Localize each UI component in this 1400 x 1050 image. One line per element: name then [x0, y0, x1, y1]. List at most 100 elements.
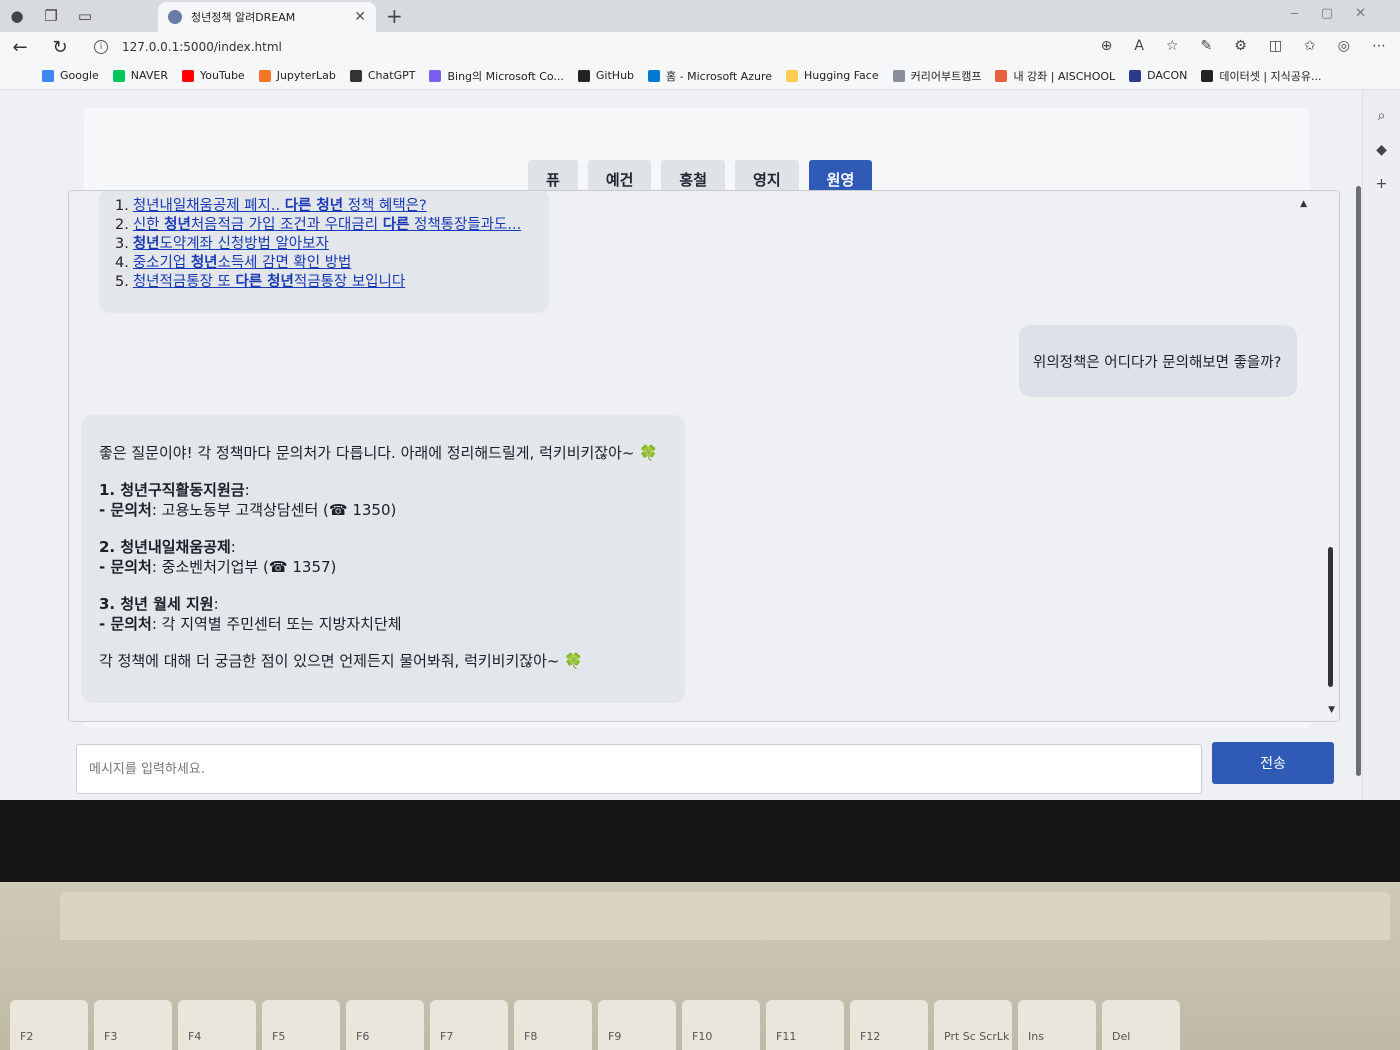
- article-link[interactable]: 중소기업 청년소득세 감면 확인 방법: [133, 255, 352, 271]
- favorite-star-icon[interactable]: ☆: [1166, 38, 1179, 54]
- keyboard-key: F11: [766, 1000, 844, 1050]
- bookmark-item[interactable]: NAVER: [112, 69, 168, 82]
- bookmark-favicon-icon: [577, 69, 590, 82]
- list-number: 5.: [115, 274, 129, 290]
- bookmark-item[interactable]: 커리어부트캠프: [892, 68, 981, 84]
- bookmark-item[interactable]: GitHub: [577, 69, 635, 82]
- bookmark-item[interactable]: JupyterLab: [258, 69, 336, 82]
- article-link[interactable]: 청년도약계좌 신청방법 알아보자: [133, 236, 329, 252]
- zoom-icon[interactable]: ⊕: [1101, 38, 1113, 54]
- keyboard-key: Prt Sc ScrLk: [934, 1000, 1012, 1050]
- laptop-screen: ● ❐ ▭ 청년정책 알려DREAM ✕ + ‒▢✕ ← ↻ i 127.0.0…: [0, 0, 1400, 800]
- more-menu-icon[interactable]: ⋯: [1372, 38, 1386, 54]
- article-link-item[interactable]: 2. 신한 청년처음적금 가입 조건과 우대금리 다른 정책통장들과도...: [115, 216, 533, 235]
- address-bar: ← ↻ i 127.0.0.1:5000/index.html ⊕ A ☆ ✎ …: [0, 32, 1400, 62]
- answer-intro: 좋은 질문이야! 각 정책마다 문의처가 다릅니다. 아래에 정리해드릴게, 럭…: [99, 444, 658, 462]
- bookmark-favicon-icon: [995, 69, 1008, 82]
- keyboard-row: F2 F3 F4 F5 F6 F7 F8 F9 F10 F11 F12 Prt Sc ScrLk Ins…: [0, 1000, 1400, 1050]
- chat-window[interactable]: 1. 청년내일채움공제 폐지.. 다른 청년 정책 혜택은? 2. 신한 청년처음적금…: [68, 190, 1340, 722]
- bookmark-item[interactable]: Bing의 Microsoft Co...: [429, 68, 564, 84]
- bookmark-favicon-icon: [1129, 69, 1142, 82]
- bookmark-favicon-icon: [1201, 69, 1214, 82]
- site-info-icon[interactable]: i: [94, 40, 108, 54]
- answer-outro: 각 정책에 대해 더 궁금한 점이 있으면 언제든지 물어봐줘, 럭키비키잖아~…: [99, 652, 583, 670]
- chat-scrollbar-thumb[interactable]: [1328, 547, 1333, 687]
- keyboard-key: F12: [850, 1000, 928, 1050]
- list-number: 2.: [115, 217, 129, 233]
- article-link[interactable]: 청년내일채움공제 폐지.. 다른 청년 정책 혜택은?: [133, 198, 427, 214]
- pen-icon[interactable]: ✎: [1201, 38, 1213, 54]
- article-link-item[interactable]: 1. 청년내일채움공제 폐지.. 다른 청년 정책 혜택은?: [115, 197, 533, 216]
- bookmark-item[interactable]: 데이터셋 | 지식공유...: [1201, 68, 1322, 84]
- bookmark-label: ChatGPT: [367, 69, 416, 82]
- bookmark-item[interactable]: 내 강좌 | AISCHOOL: [995, 68, 1115, 84]
- extensions-icon[interactable]: ⚙: [1234, 38, 1247, 54]
- sidebar-tools-icon[interactable]: ◆: [1363, 142, 1400, 158]
- keyboard-key: F8: [514, 1000, 592, 1050]
- bookmark-label: GitHub: [595, 69, 635, 82]
- bookmark-label: NAVER: [130, 69, 168, 82]
- keyboard-key: F2: [10, 1000, 88, 1050]
- sidebar-search-icon[interactable]: ⌕: [1363, 108, 1400, 124]
- bookmark-label: Google: [60, 69, 99, 82]
- window-controls[interactable]: ‒▢✕: [1291, 6, 1388, 21]
- clover-icon: 🍀: [639, 444, 658, 462]
- bookmark-label: 내 강좌 | AISCHOOL: [1013, 69, 1116, 83]
- policy-contact: - 문의처: 각 지역별 주민센터 또는 지방자치단체: [99, 615, 402, 633]
- policy-contact: - 문의처: 중소벤처기업부 (☎ 1357): [99, 558, 337, 576]
- bookmark-item[interactable]: 홈 - Microsoft Azure: [648, 68, 772, 84]
- bookmark-item[interactable]: Hugging Face: [786, 69, 879, 82]
- page-scrollbar-thumb[interactable]: [1356, 186, 1361, 776]
- refresh-icon[interactable]: ↻: [40, 37, 80, 58]
- article-link-item[interactable]: 4. 중소기업 청년소득세 감면 확인 방법: [115, 254, 533, 273]
- clover-icon: 🍀: [564, 652, 583, 670]
- keyboard-key: F6: [346, 1000, 424, 1050]
- site-favicon-icon: [168, 10, 182, 24]
- keyboard-key: F9: [598, 1000, 676, 1050]
- article-link-item[interactable]: 3. 청년도약계좌 신청방법 알아보자: [115, 235, 533, 254]
- bookmark-label: 홈 - Microsoft Azure: [666, 69, 772, 83]
- article-link-item[interactable]: 5. 청년적금통장 또 다른 청년적금통장 보입니다: [115, 273, 533, 292]
- bookmark-favicon-icon: [429, 69, 442, 82]
- sidebar-add-icon[interactable]: +: [1363, 176, 1400, 192]
- back-icon[interactable]: ←: [0, 37, 40, 58]
- tab-actions-icon[interactable]: ▭: [68, 0, 102, 32]
- favorites-icon[interactable]: ✩: [1304, 38, 1316, 54]
- message-input[interactable]: [76, 744, 1202, 794]
- bookmark-favicon-icon: [648, 69, 661, 82]
- bot-message-links: 1. 청년내일채움공제 폐지.. 다른 청년 정책 혜택은? 2. 신한 청년처음적금…: [99, 191, 549, 313]
- profile-icon[interactable]: ●: [0, 0, 34, 32]
- bookmark-label: YouTube: [199, 69, 245, 82]
- scroll-down-icon[interactable]: ▼: [1328, 705, 1335, 715]
- browser-tab-active[interactable]: 청년정책 알려DREAM ✕: [158, 2, 376, 32]
- bookmark-item[interactable]: ChatGPT: [349, 69, 416, 82]
- keyboard-key: F7: [430, 1000, 508, 1050]
- url-field[interactable]: i 127.0.0.1:5000/index.html: [94, 40, 282, 54]
- bookmark-label: DACON: [1147, 69, 1188, 82]
- bookmarks-bar: Google NAVER YouTube JupyterLab ChatGPT Bing의…: [0, 62, 1400, 90]
- bookmark-favicon-icon: [112, 69, 125, 82]
- bookmark-item[interactable]: YouTube: [181, 69, 245, 82]
- copilot-icon[interactable]: ◎: [1338, 38, 1350, 54]
- keyboard-key: Del: [1102, 1000, 1180, 1050]
- collections-icon[interactable]: ❐: [34, 0, 68, 32]
- user-message: 위의정책은 어디다가 문의해보면 좋을까?: [1019, 325, 1297, 397]
- new-tab-icon[interactable]: +: [386, 4, 403, 28]
- bookmark-label: 데이터셋 | 지식공유...: [1219, 69, 1322, 83]
- page-scrollbar[interactable]: [1355, 116, 1362, 776]
- bookmark-label: Hugging Face: [804, 69, 879, 82]
- split-screen-icon[interactable]: ◫: [1269, 38, 1282, 54]
- tab-close-icon[interactable]: ✕: [354, 9, 366, 25]
- keyboard-key: F5: [262, 1000, 340, 1050]
- tab-title: 청년정책 알려DREAM: [191, 11, 296, 24]
- send-button[interactable]: 전송: [1212, 742, 1334, 784]
- read-aloud-icon[interactable]: A: [1134, 38, 1144, 54]
- article-link[interactable]: 신한 청년처음적금 가입 조건과 우대금리 다른 정책통장들과도...: [133, 217, 521, 233]
- web-page: 퓨 예건 홍철 영지 원영 1. 청년내일채움공제 폐지.. 다른 청년 정책 혜택은? 2…: [0, 90, 1362, 800]
- bookmark-favicon-icon: [892, 69, 905, 82]
- bookmark-item[interactable]: DACON: [1129, 69, 1187, 82]
- bookmark-item[interactable]: Google: [42, 69, 99, 82]
- article-link[interactable]: 청년적금통장 또 다른 청년적금통장 보입니다: [133, 274, 405, 290]
- bookmark-label: Bing의 Microsoft Co...: [447, 69, 564, 83]
- scroll-up-icon[interactable]: ▲: [1300, 199, 1307, 209]
